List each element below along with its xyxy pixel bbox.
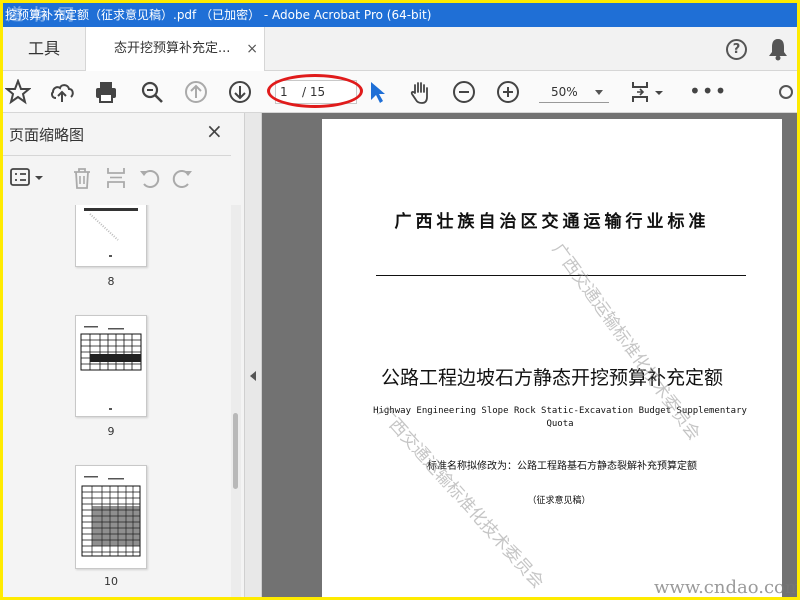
thumbnail-list: 8 9 10 [3, 205, 231, 597]
zoom-level-dropdown[interactable]: 50% [539, 81, 609, 103]
printer-icon[interactable] [93, 79, 119, 105]
zoom-search-icon[interactable] [139, 79, 165, 105]
tab-document-label: 态开挖预算补充定... [114, 41, 231, 56]
thumbnail-label: 8 [107, 275, 115, 288]
tab-bar: 工具 态开挖预算补充定... × ? [3, 27, 797, 72]
scrollbar-thumb[interactable] [233, 413, 238, 489]
thumbnail-page-9[interactable] [75, 315, 147, 417]
doc-header-rule [376, 275, 746, 276]
doc-draft-note: （征求意见稿） [527, 496, 591, 506]
star-icon[interactable] [5, 79, 31, 105]
title-bar: 挖预算补充定额（征求意见稿）.pdf （已加密） - Adobe Acrobat… [3, 3, 797, 27]
tab-document[interactable]: 态开挖预算补充定... × [85, 27, 265, 72]
site-watermark-bottom: www.cndao.com [654, 577, 797, 597]
thumbnail-label: 10 [104, 575, 118, 588]
document-view[interactable]: 广西壮族自治区交通运输行业标准 公路工程边坡石方静态开挖预算补充定额 Highw… [262, 113, 797, 597]
main-toolbar: 1 / 15 50% ••• [3, 71, 797, 113]
rotate-left-icon[interactable] [137, 165, 163, 191]
rotate-right-icon[interactable] [169, 165, 195, 191]
panel-collapse-strip[interactable] [245, 113, 262, 597]
collapse-arrow-icon[interactable] [250, 371, 256, 381]
red-highlight-oval [267, 74, 363, 108]
panel-divider [3, 155, 231, 156]
zoom-level-value: 50% [551, 85, 578, 99]
site-watermark-top: 道 标 网 [7, 5, 77, 24]
page-fit-icon[interactable] [629, 79, 665, 105]
thumbnail-toolbar [3, 161, 235, 197]
arrow-up-icon[interactable] [183, 79, 209, 105]
panel-close-icon[interactable]: × [206, 119, 223, 143]
hand-icon[interactable] [407, 79, 433, 105]
thumbnail-page-9-content [80, 326, 142, 410]
page-thumbnails-panel: 页面缩略图 × 8 9 10 [3, 113, 245, 597]
zoom-out-icon[interactable] [451, 79, 477, 105]
thumbnail-page-10[interactable] [75, 465, 147, 569]
cloud-upload-icon[interactable] [49, 79, 75, 105]
trash-icon[interactable] [69, 165, 95, 191]
chevron-down-icon [595, 90, 603, 95]
thumbnail-page-10-content [81, 476, 141, 557]
doc-title: 公路工程边坡石方静态开挖预算补充定额 [380, 367, 723, 389]
tab-close-icon[interactable]: × [246, 27, 258, 71]
select-cursor-icon[interactable] [365, 79, 391, 105]
insert-page-icon[interactable] [103, 165, 129, 191]
tools-pane-icon[interactable] [779, 85, 793, 99]
thumbnail-scrollbar[interactable] [231, 205, 241, 597]
more-icon[interactable]: ••• [689, 79, 727, 103]
arrow-down-icon[interactable] [227, 79, 253, 105]
app-window: 挖预算补充定额（征求意见稿）.pdf （已加密） - Adobe Acrobat… [3, 3, 797, 597]
doc-header: 广西壮族自治区交通运输行业标准 [394, 212, 710, 232]
thumbnail-page-8-content [84, 208, 138, 257]
bell-icon[interactable] [767, 37, 789, 61]
tab-tools[interactable]: 工具 [3, 27, 85, 71]
options-icon[interactable] [9, 165, 45, 191]
panel-title: 页面缩略图 [9, 126, 85, 144]
thumbnail-label: 9 [107, 425, 115, 438]
zoom-in-icon[interactable] [495, 79, 521, 105]
thumbnail-page-8[interactable] [75, 205, 147, 267]
doc-rename-note: 标准名称拟修改为：公路工程路基石方静态裂解补充预算定额 [427, 461, 697, 472]
help-icon[interactable]: ? [726, 39, 747, 60]
pdf-page: 广西壮族自治区交通运输行业标准 公路工程边坡石方静态开挖预算补充定额 Highw… [322, 119, 797, 597]
